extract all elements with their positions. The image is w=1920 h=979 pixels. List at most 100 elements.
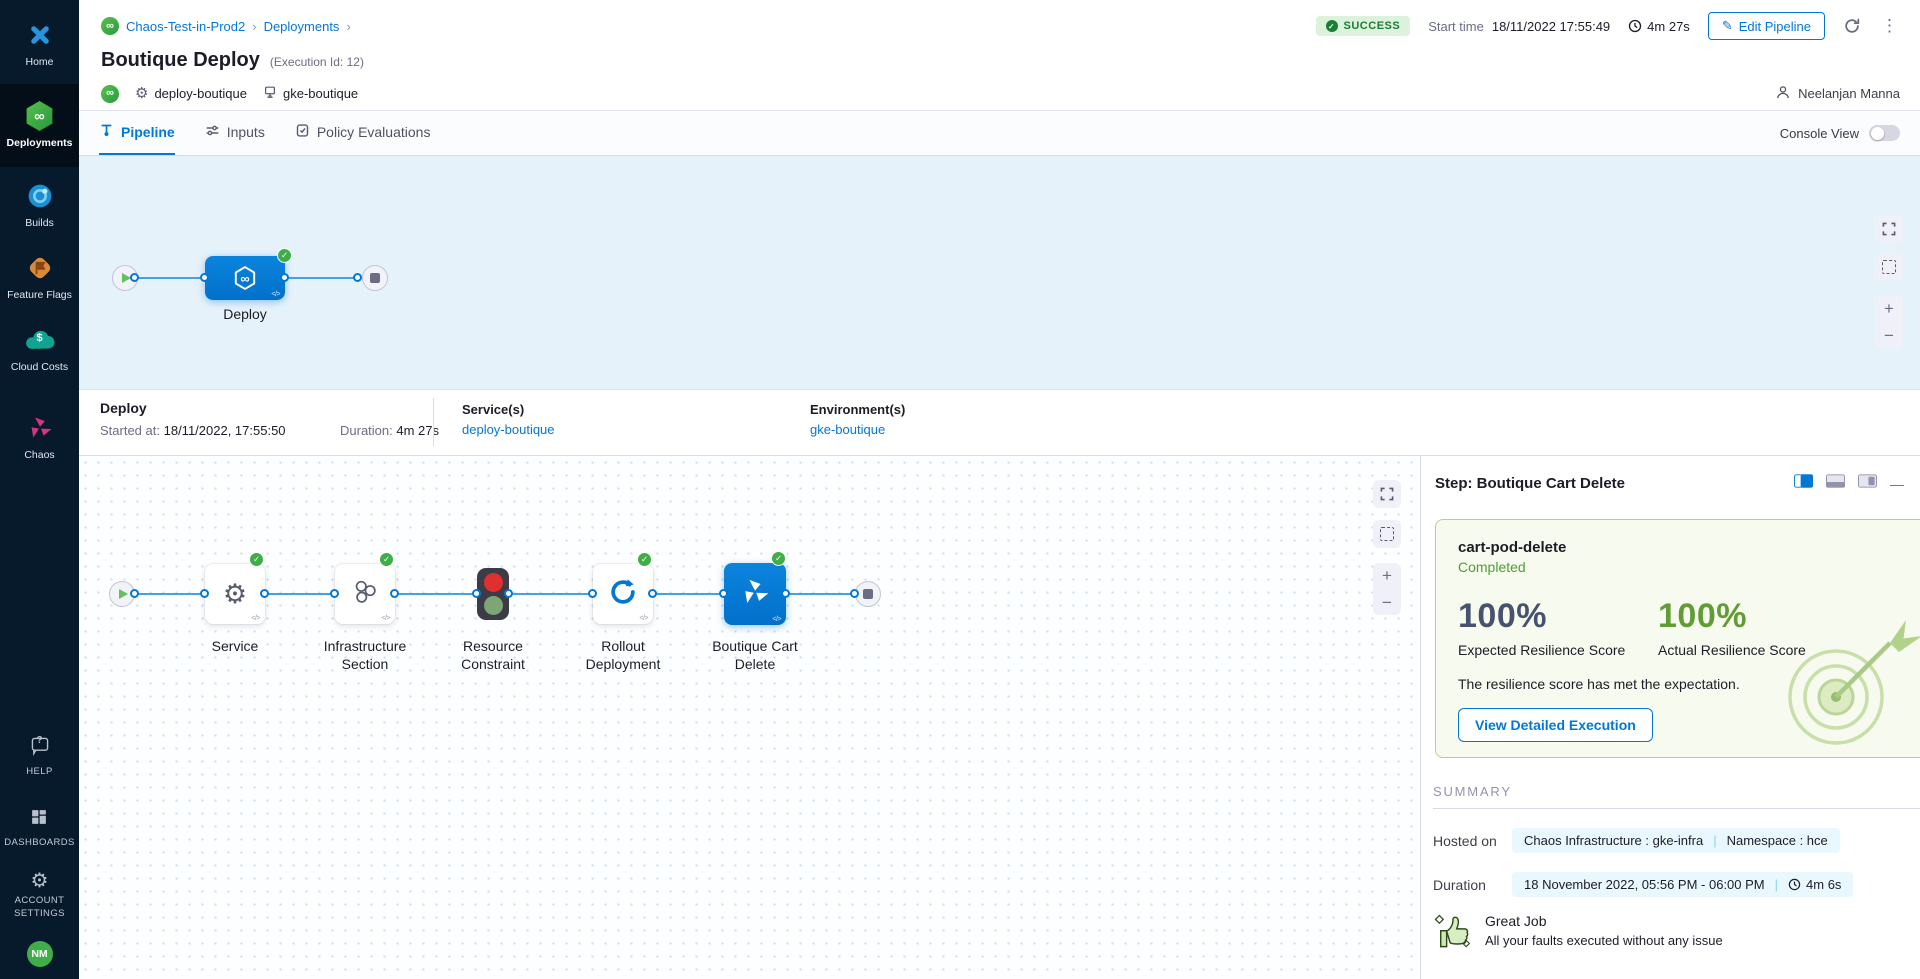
breadcrumb-separator: › — [252, 19, 256, 34]
success-check-badge: ✓ — [771, 551, 786, 566]
edge — [135, 593, 205, 595]
clock-icon — [1788, 878, 1801, 891]
clock-icon — [1628, 19, 1642, 33]
step-node-boutique-cart-delete[interactable]: </> — [724, 563, 786, 625]
sidebar-item-help[interactable]: ? HELP — [24, 730, 56, 779]
hosted-on-row: Hosted on Chaos Infrastructure : gke-inf… — [1433, 828, 1920, 853]
step-label: Service — [175, 638, 295, 656]
breadcrumb: ∞ Chaos-Test-in-Prod2 › Deployments › — [101, 17, 351, 35]
step-node-infrastructure[interactable]: </> — [335, 564, 395, 624]
environment-tag: gke-boutique — [263, 85, 358, 102]
user-menu[interactable]: Neelanjan Manna — [1775, 84, 1900, 103]
layout-minimized-icon[interactable] — [1858, 474, 1877, 493]
sidebar-item-feature-flags[interactable]: Feature Flags — [0, 243, 79, 311]
stage-node-deploy[interactable]: ∞ </> — [205, 256, 285, 300]
connector-port — [504, 589, 513, 598]
success-check-badge: ✓ — [637, 552, 652, 567]
service-link[interactable]: deploy-boutique — [462, 422, 555, 437]
sidebar-item-account-settings[interactable]: ⚙ ACCOUNT SETTINGS — [14, 871, 65, 921]
pipeline-icon — [99, 123, 114, 141]
code-mark: </> — [271, 291, 280, 298]
tab-pipeline[interactable]: Pipeline — [99, 111, 175, 155]
connector-port — [648, 589, 657, 598]
result-title: Great Job — [1485, 913, 1723, 929]
connector-port — [850, 589, 859, 598]
stage-pipeline-canvas: ∞ </> ✓ Deploy + − — [79, 156, 1920, 390]
status-badge: ✓ SUCCESS — [1316, 16, 1411, 36]
stage-info-bar: Deploy Started at: 18/11/2022, 17:55:50 … — [79, 390, 1920, 456]
expected-score-value: 100% — [1458, 597, 1658, 636]
deployments-icon: ∞ — [24, 100, 56, 132]
resilience-message: The resilience score has met the expecta… — [1458, 676, 1904, 692]
inputs-icon — [205, 123, 220, 141]
builds-icon — [24, 180, 56, 212]
selection-mode-button[interactable] — [1875, 253, 1903, 281]
step-node-service[interactable]: ⚙ </> — [205, 564, 265, 624]
sidebar-item-label: Home — [25, 56, 53, 68]
zoom-controls: + − — [1875, 296, 1903, 348]
stage-info-title: Deploy — [100, 400, 147, 416]
step-panel-title: Step: Boutique Cart Delete — [1435, 475, 1794, 492]
console-view-toggle[interactable] — [1869, 125, 1900, 141]
breadcrumb-project-link[interactable]: Chaos-Test-in-Prod2 — [126, 19, 245, 34]
page-header: ∞ Chaos-Test-in-Prod2 › Deployments › ✓ … — [79, 0, 1920, 110]
result-subtitle: All your faults executed without any iss… — [1485, 933, 1723, 948]
sidebar-item-label: Feature Flags — [7, 289, 72, 301]
more-options-icon[interactable]: ⋮ — [1879, 16, 1900, 36]
sidebar-item-cloud-costs[interactable]: $ Cloud Costs — [0, 315, 79, 383]
fullscreen-button[interactable] — [1875, 215, 1903, 243]
zoom-in-button[interactable]: + — [1884, 300, 1894, 317]
step-label: Resource Constraint — [433, 638, 553, 673]
edge — [786, 593, 855, 595]
layout-right-icon[interactable] — [1794, 474, 1813, 493]
code-mark: </> — [772, 616, 781, 623]
resilience-score-card: cart-pod-delete Completed 100% Expected … — [1435, 519, 1920, 758]
result-row: Great Job All your faults executed witho… — [1433, 913, 1920, 953]
fullscreen-button[interactable] — [1373, 480, 1401, 508]
edit-pipeline-button[interactable]: ✎ Edit Pipeline — [1708, 12, 1825, 40]
breadcrumb-deployments-link[interactable]: Deployments — [264, 19, 340, 34]
view-detailed-execution-button[interactable]: View Detailed Execution — [1458, 708, 1653, 742]
zoom-in-button[interactable]: + — [1382, 567, 1392, 584]
refresh-icon[interactable] — [1843, 17, 1861, 35]
chaos-fault-icon — [740, 577, 770, 612]
step-node-rollout[interactable]: </> — [593, 564, 653, 624]
help-icon: ? — [24, 730, 56, 762]
tab-inputs[interactable]: Inputs — [205, 111, 265, 155]
zoom-out-button[interactable]: − — [1382, 594, 1392, 611]
gear-icon: ⚙ — [223, 581, 247, 608]
sidebar: Home ∞ Deployments Builds Feature Flags … — [0, 0, 79, 979]
service-tag: ⚙ deploy-boutique — [135, 86, 247, 101]
stage-node-label: Deploy — [185, 306, 305, 324]
user-avatar[interactable]: NM — [27, 941, 53, 967]
execution-content: ⚙ </> ✓ </> ✓ — [79, 456, 1920, 979]
edge — [265, 593, 335, 595]
play-icon — [119, 589, 128, 599]
sidebar-item-deployments[interactable]: ∞ Deployments — [0, 84, 79, 167]
stop-icon — [370, 273, 380, 283]
duration-chip: 18 November 2022, 05:56 PM - 06:00 PM | … — [1512, 872, 1853, 897]
sidebar-item-home[interactable]: Home — [0, 10, 79, 78]
environment-icon — [263, 85, 277, 102]
stop-icon — [863, 589, 873, 599]
tab-policy-evaluations[interactable]: Policy Evaluations — [295, 111, 431, 155]
sidebar-item-label: Builds — [25, 217, 54, 229]
duration-label: Duration — [1433, 877, 1499, 893]
step-label: Boutique Cart Delete — [695, 638, 815, 673]
sidebar-item-builds[interactable]: Builds — [0, 171, 79, 239]
collapse-panel-icon[interactable]: — — [1890, 477, 1904, 491]
rollout-icon — [608, 577, 638, 612]
sidebar-item-dashboards[interactable]: DASHBOARDS — [4, 801, 75, 850]
success-check-badge: ✓ — [249, 552, 264, 567]
selection-mode-button[interactable] — [1373, 520, 1401, 548]
check-icon: ✓ — [1326, 20, 1338, 32]
environment-link[interactable]: gke-boutique — [810, 422, 885, 437]
sidebar-item-chaos[interactable]: Chaos — [0, 403, 79, 471]
step-label: Rollout Deployment — [563, 638, 683, 673]
code-mark: </> — [251, 615, 260, 622]
connector-port — [472, 589, 481, 598]
zoom-out-button[interactable]: − — [1884, 327, 1894, 344]
layout-bottom-icon[interactable] — [1826, 474, 1845, 493]
experiment-status: Completed — [1458, 559, 1904, 575]
traffic-light-red — [484, 573, 503, 592]
